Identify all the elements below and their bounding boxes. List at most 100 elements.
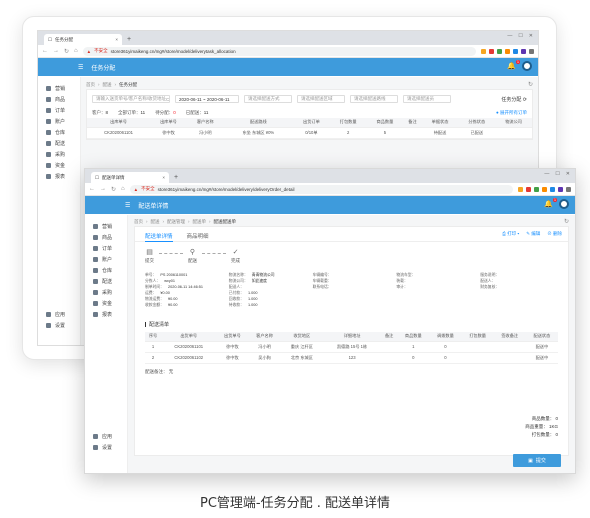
sidebar-item-settings[interactable]: 设置 (38, 320, 80, 331)
sidebar-item-marketing[interactable]: 营销 (85, 221, 127, 232)
sidebar-item-accounts[interactable]: 账户 (85, 254, 127, 265)
home-icon[interactable]: ⌂ (74, 48, 78, 54)
sidebar-item-funds[interactable]: 资金 (85, 298, 127, 309)
back-icon[interactable]: ← (89, 186, 95, 192)
maximize-icon[interactable]: ☐ (555, 171, 559, 177)
menu-toggle-icon[interactable]: ☰ (125, 202, 130, 209)
close-window-icon[interactable]: ✕ (566, 171, 570, 177)
sidebar-item-funds[interactable]: 资金 (38, 160, 80, 171)
sidebar-item-apps[interactable]: 应用 (38, 309, 80, 320)
browser-tab[interactable]: ☐ 任务分配 × (44, 34, 122, 45)
reload-icon[interactable]: ↻ (111, 186, 116, 193)
app-header: ☰ 配送单详情 🔔 1 (85, 196, 575, 214)
menu-icon[interactable] (566, 186, 571, 192)
header-title: 配送单详情 (138, 203, 169, 210)
maximize-icon[interactable]: ☐ (518, 33, 522, 39)
breadcrumb-item[interactable]: 首页 (134, 219, 143, 225)
extension-icon[interactable] (542, 186, 547, 192)
delivery-route-select[interactable]: 请选择配送路线 (350, 95, 398, 103)
deliverer-select[interactable]: 请选择配送员 (403, 95, 451, 103)
sidebar: 营销 商品 订单 账户 仓库 配送 采购 资金 报表 应用 设置 (85, 215, 128, 473)
star-icon[interactable] (481, 48, 486, 54)
minimize-icon[interactable]: — (507, 33, 512, 39)
extension-icon[interactable] (521, 48, 526, 54)
delete-button[interactable]: ⊘ 删除 (547, 231, 562, 237)
extension-icon[interactable] (497, 48, 502, 54)
sidebar-item-warehouse[interactable]: 仓库 (38, 127, 80, 138)
date-range-picker[interactable]: 2020-06-11 ~ 2020-06-11 (175, 95, 239, 103)
forward-icon[interactable]: → (100, 186, 106, 192)
task-allocation-button[interactable]: 任务分配 ⟳ (501, 96, 527, 103)
table-cell: 2 (145, 352, 162, 364)
table-cell: 冯小明 (248, 341, 281, 353)
browser-tab[interactable]: ☐ 配送单详情 × (91, 172, 169, 183)
delivery-method-select[interactable]: 请选择配送方式 (244, 95, 292, 103)
sidebar-item-products[interactable]: 商品 (38, 94, 80, 105)
reload-icon[interactable]: ↻ (64, 48, 69, 55)
refresh-icon[interactable]: ↻ (528, 81, 533, 88)
table-row[interactable]: CK2020061101 徐中牧 冯小明 东坐 东城区 ¥0% 0/10单 2 … (87, 127, 532, 139)
close-tab-icon[interactable]: × (115, 37, 118, 42)
minimize-icon[interactable]: — (544, 171, 549, 177)
search-input[interactable]: 请输入送货单号/客户名称/收货地址 C (92, 95, 170, 103)
extension-icon[interactable] (505, 48, 510, 54)
sidebar-item-delivery[interactable]: 配送 (38, 138, 80, 149)
sidebar-item-settings[interactable]: 设置 (85, 442, 127, 453)
sidebar-item-accounts[interactable]: 账户 (38, 116, 80, 127)
edit-button[interactable]: ✎ 编辑 (526, 231, 540, 237)
menu-toggle-icon[interactable]: ☰ (78, 64, 83, 71)
breadcrumb-item[interactable]: 首页 (86, 82, 95, 88)
extension-icon[interactable] (534, 186, 539, 192)
back-icon[interactable]: ← (42, 48, 48, 54)
sidebar-item-products[interactable]: 商品 (85, 232, 127, 243)
sidebar-item-delivery[interactable]: 配送 (85, 276, 127, 287)
extension-icon[interactable] (513, 48, 518, 54)
sidebar-item-orders[interactable]: 订单 (38, 105, 80, 116)
sidebar-item-reports[interactable]: 报表 (85, 309, 127, 320)
sidebar-item-marketing[interactable]: 营销 (38, 83, 80, 94)
url-field[interactable]: ▲ 不安全 store361yimaikeng.cn/mg#/store/mod… (82, 46, 476, 56)
table-row[interactable]: 1 CK2020061101 徐中牧 冯小明 重庆 江杆区 凯德路 15号 1栋 1 0 配送中 (145, 341, 558, 353)
bell-icon[interactable]: 🔔 1 (507, 60, 520, 70)
date-range-value: 2020-06-11 ~ 2020-06-11 (179, 96, 230, 102)
breadcrumb-item[interactable]: 配送单 (193, 219, 207, 225)
menu-icon[interactable] (529, 48, 534, 54)
url-field[interactable]: ▲ 不安全 store361yimaikeng.cn/mg#/store/mod… (129, 184, 513, 194)
extension-icon[interactable] (526, 186, 531, 192)
breadcrumb-item[interactable]: 配送 (151, 219, 160, 225)
sidebar-label: 账户 (102, 257, 113, 263)
tab-product-detail[interactable]: 商品明细 (187, 232, 209, 241)
avatar[interactable] (522, 61, 532, 71)
sidebar-item-apps[interactable]: 应用 (85, 431, 127, 442)
column-header: 分拣状态 (458, 118, 496, 128)
extension-icon[interactable] (558, 186, 563, 192)
avatar[interactable] (559, 199, 569, 209)
table-row[interactable]: 2 CK2020061102 徐中牧 吴小狗 北京 东城区 123 0 0 配送中 (145, 352, 558, 364)
sidebar-label: 商品 (55, 97, 66, 103)
sidebar-item-orders[interactable]: 订单 (85, 243, 127, 254)
tab-delivery-detail[interactable]: 配送单详情 (145, 232, 173, 242)
show-all-orders-link[interactable]: ● 展开所有订单 (496, 110, 527, 116)
extension-icon[interactable] (550, 186, 555, 192)
refresh-icon[interactable]: ↻ (564, 218, 569, 225)
submit-button[interactable]: ▣ 提交 (513, 454, 561, 467)
breadcrumb-item[interactable]: 配送 (103, 82, 112, 88)
home-icon[interactable]: ⌂ (121, 186, 125, 192)
star-icon[interactable] (518, 186, 523, 192)
step-complete: ✓ 完成 (231, 248, 240, 264)
new-tab-icon[interactable]: + (127, 34, 131, 45)
bell-icon[interactable]: 🔔 1 (544, 198, 557, 208)
close-tab-icon[interactable]: × (162, 175, 165, 180)
breadcrumb-item[interactable]: 配送管理 (167, 219, 185, 225)
new-tab-icon[interactable]: + (174, 172, 178, 183)
sidebar-item-purchase[interactable]: 采购 (85, 287, 127, 298)
sidebar-item-reports[interactable]: 报表 (38, 171, 80, 182)
sidebar-item-warehouse[interactable]: 仓库 (85, 265, 127, 276)
delivery-area-select[interactable]: 请选择配送区域 (297, 95, 345, 103)
close-window-icon[interactable]: ✕ (529, 33, 533, 39)
extension-icon[interactable] (489, 48, 494, 54)
forward-icon[interactable]: → (53, 48, 59, 54)
sidebar-item-purchase[interactable]: 采购 (38, 149, 80, 160)
step-submit: ▤ 提交 (145, 248, 154, 264)
print-button[interactable]: ⎙ 打印 ▾ (502, 231, 519, 237)
